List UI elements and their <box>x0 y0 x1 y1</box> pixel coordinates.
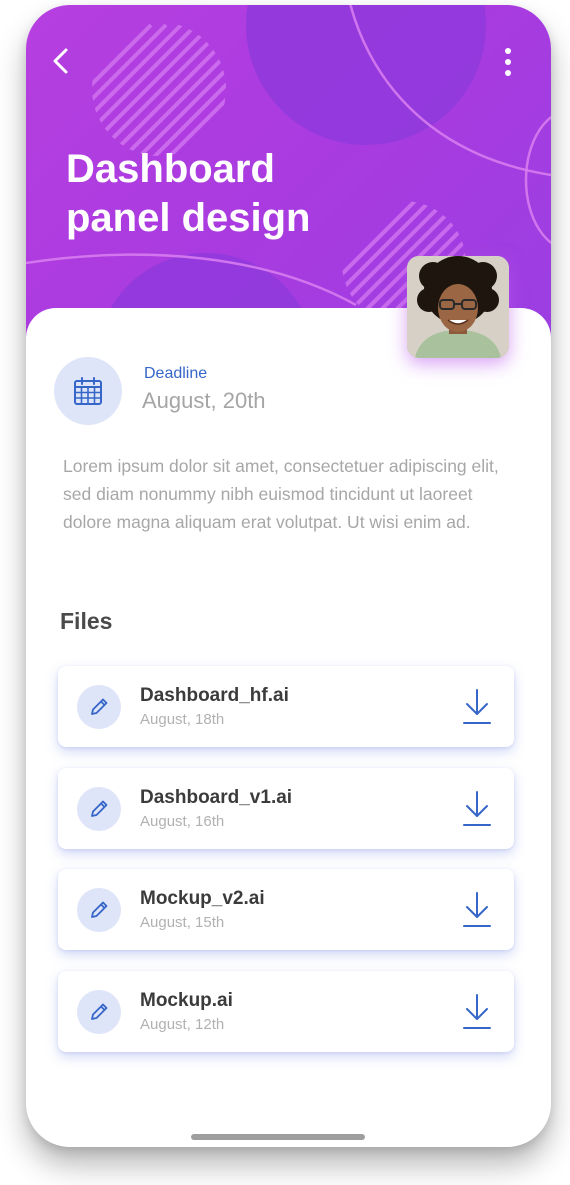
file-name: Dashboard_v1.ai <box>140 787 293 808</box>
page-title-line1: Dashboard <box>66 147 275 191</box>
file-item-mockup[interactable]: Mockup.ai August, 12th <box>58 971 514 1052</box>
pencil-icon <box>91 698 108 715</box>
file-icon-circle <box>77 685 121 729</box>
file-icon-circle <box>77 787 121 831</box>
chevron-left-icon <box>53 48 68 74</box>
avatar-photo <box>407 256 509 358</box>
pencil-icon <box>91 901 108 918</box>
page-title-line2: panel design <box>66 196 311 240</box>
download-icon <box>463 791 491 826</box>
phone-frame: Dashboard panel design Deadline August, … <box>26 5 551 1147</box>
file-name: Mockup_v2.ai <box>140 888 265 909</box>
project-description: Lorem ipsum dolor sit amet, consectetuer… <box>63 456 499 532</box>
download-icon <box>463 892 491 927</box>
download-button[interactable] <box>460 686 494 728</box>
file-date: August, 15th <box>140 914 225 931</box>
calendar-icon <box>74 377 102 405</box>
file-item-mockup-v2[interactable]: Mockup_v2.ai August, 15th <box>58 869 514 950</box>
files-heading: Files <box>60 608 113 634</box>
pencil-icon <box>91 1003 108 1020</box>
file-icon-circle <box>77 888 121 932</box>
avatar[interactable] <box>407 256 509 358</box>
more-vertical-icon <box>505 48 511 76</box>
back-button[interactable] <box>46 45 74 77</box>
file-item-dashboard-v1[interactable]: Dashboard_v1.ai August, 16th <box>58 768 514 849</box>
file-date: August, 16th <box>140 813 225 830</box>
more-options-button[interactable] <box>496 45 520 79</box>
file-date: August, 18th <box>140 711 225 728</box>
file-icon-circle <box>77 990 121 1034</box>
download-button[interactable] <box>460 991 494 1033</box>
download-icon <box>463 689 491 724</box>
download-button[interactable] <box>460 889 494 931</box>
file-date: August, 12th <box>140 1016 225 1033</box>
file-name: Dashboard_hf.ai <box>140 685 289 706</box>
download-icon <box>463 994 491 1029</box>
download-button[interactable] <box>460 788 494 830</box>
home-indicator[interactable] <box>191 1134 365 1140</box>
file-name: Mockup.ai <box>140 990 233 1011</box>
pencil-icon <box>91 800 108 817</box>
deadline-label: Deadline <box>144 365 208 382</box>
page-title: Dashboard panel design <box>66 145 426 243</box>
deadline-icon-circle <box>54 357 122 425</box>
file-item-dashboard-hf[interactable]: Dashboard_hf.ai August, 18th <box>58 666 514 747</box>
deadline-date: August, 20th <box>142 388 266 413</box>
